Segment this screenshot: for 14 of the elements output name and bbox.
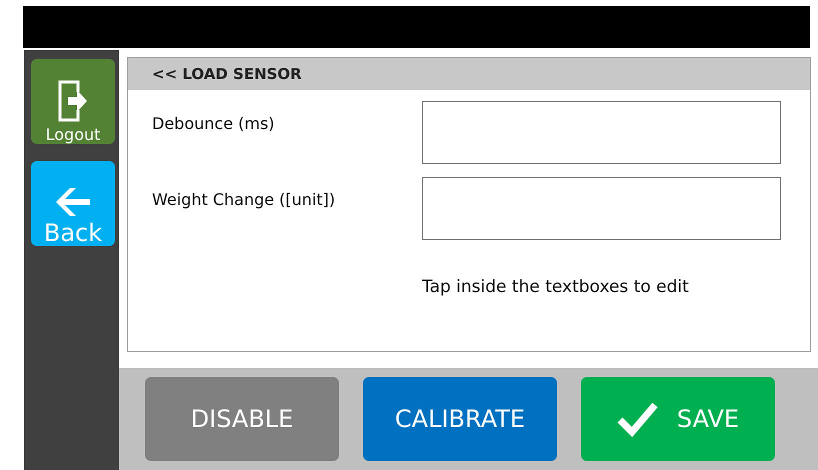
left-arrow-icon	[56, 188, 90, 216]
back-button[interactable]: Back	[31, 161, 115, 246]
input-field[interactable]	[422, 177, 781, 240]
panel-title[interactable]: << LOAD SENSOR	[128, 58, 810, 90]
hint-text: Tap inside the textboxes to edit	[422, 277, 690, 297]
save-button[interactable]: SAVE	[581, 377, 775, 461]
logout-button[interactable]: Logout	[31, 59, 115, 144]
field-label: Debounce (ms)	[152, 113, 276, 133]
disable-button[interactable]: DISABLE	[145, 377, 339, 461]
field-label: Weight Change ([unit])	[152, 189, 336, 209]
calibrate-button[interactable]: CALIBRATE	[363, 377, 557, 461]
input-field[interactable]	[422, 101, 781, 164]
checkmark-icon	[616, 401, 659, 437]
exit-door-icon	[58, 80, 88, 122]
